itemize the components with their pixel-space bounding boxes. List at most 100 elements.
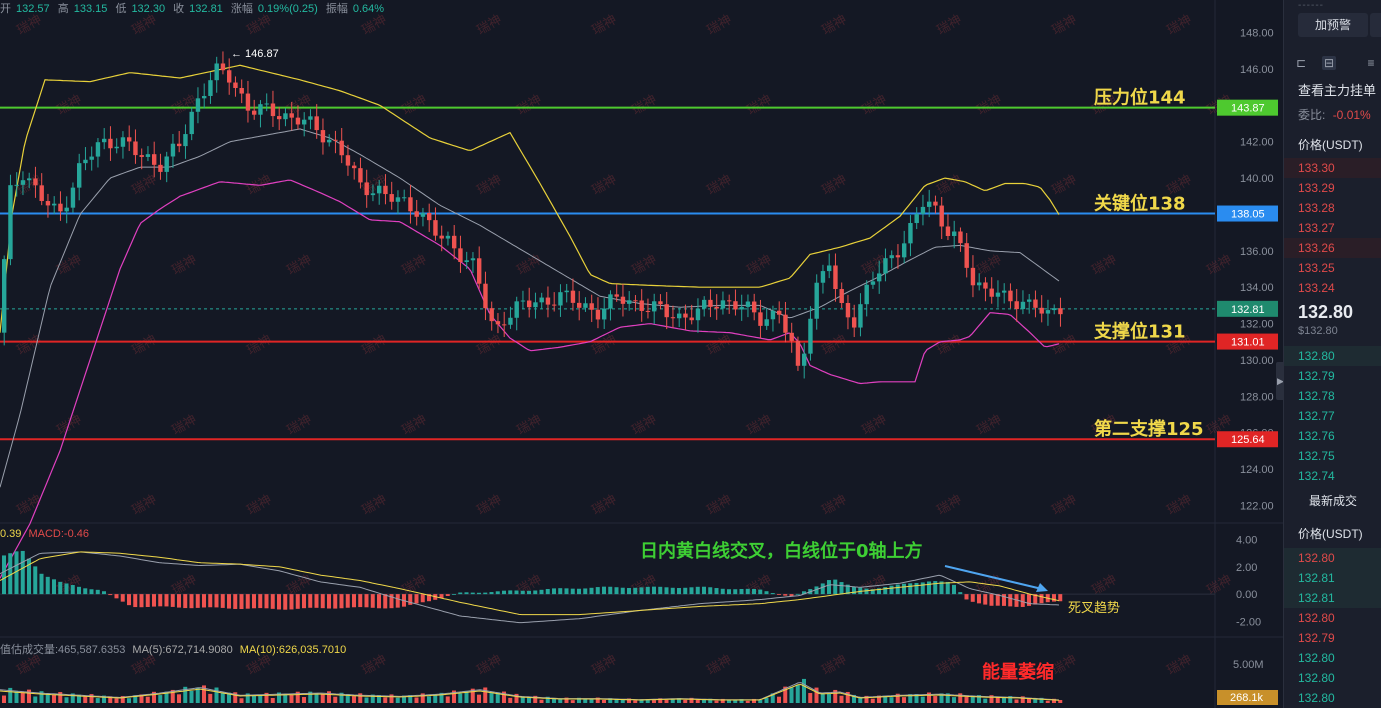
book-both-icon[interactable]: ⊏ [1294,56,1308,70]
candle-body [564,290,569,293]
candle-body [514,301,519,318]
macd-histogram-bar [170,594,175,607]
macd-histogram-bar [33,566,38,595]
candle-body [445,235,451,239]
kline-chart[interactable]: 瑞神 瑞神 瑞神 瑞神 瑞神 瑞神 瑞神 瑞神 瑞神 瑞神 瑞神瑞神 瑞神 瑞神 瑞神 瑞神 瑞神 瑞神 瑞神 瑞神… [0,0,1283,708]
candle-body [927,201,932,207]
macd-histogram-bar [95,589,100,595]
volume-bar [145,696,150,703]
macd-histogram-bar [145,594,150,607]
macd-tick: 0.00 [1236,589,1257,601]
bid-row[interactable]: 132.77 [1284,406,1381,426]
candle-body [33,178,38,186]
macd-histogram-bar [514,590,519,595]
macd-annotation-2: 死叉趋势 [1068,600,1120,616]
macd-histogram-bar [64,583,69,595]
candle-body [545,297,551,305]
candle-body [314,116,319,131]
macd-histogram-bar [483,592,488,595]
macd-histogram-bar [627,587,631,595]
macd-histogram-bar [527,590,531,595]
macd-histogram-bar [252,594,256,609]
ask-row[interactable]: 133.29 [1284,178,1381,198]
candle-body [308,116,313,120]
volume-bar [683,699,688,703]
candle-body [214,63,219,81]
macd-histogram-bar [258,594,263,609]
macd-histogram-bar [295,594,300,609]
macd-histogram-bar [683,587,688,595]
ask-row[interactable]: 133.30 [1284,158,1381,178]
ask-row[interactable]: 133.26 [1284,238,1381,258]
candle-body [52,203,57,206]
candle-body [83,159,88,164]
candle-body [158,164,163,172]
candle-body [883,258,888,274]
candle-body [102,138,107,143]
candle-body [427,213,432,221]
trades-title[interactable]: 最新成交 [1284,492,1381,509]
ask-row[interactable]: 133.24 [1284,278,1381,298]
candle-body [827,265,832,272]
macd-histogram-bar [852,586,856,595]
order-ratio: 委比: -0.01% [1298,106,1371,123]
candle-body [789,332,794,341]
macd-histogram-bar [552,588,556,595]
macd-histogram-bar [952,584,956,595]
candle-body [489,308,494,322]
bid-row[interactable]: 132.80 [1284,346,1381,366]
macd-histogram-bar [489,592,494,595]
macd-histogram-bar [664,587,669,595]
book-bids-icon[interactable]: ⊟ [1322,56,1336,70]
price-tick: 148.00 [1240,28,1274,40]
candle-body [1008,290,1013,302]
add-alert-button[interactable]: 加预警 [1298,13,1368,37]
macd-histogram-bar [458,592,463,595]
bid-row[interactable]: 132.76 [1284,426,1381,446]
candle-body [764,319,769,326]
candle-body [414,211,419,217]
candle-body [995,292,1001,297]
candle-body [664,304,669,318]
candle-body [589,303,594,310]
volume-bar [508,697,513,703]
macd-histogram-bar [770,593,775,595]
level-label: 关键位138 [1094,193,1186,215]
macd-histogram-bar [964,594,969,600]
volume-tag-text: 268.1k [1230,692,1264,704]
ask-row[interactable]: 133.27 [1284,218,1381,238]
macd-histogram-bar [758,589,763,595]
candle-body [702,299,707,309]
bid-row[interactable]: 132.78 [1284,386,1381,406]
macd-histogram-bar [795,593,800,595]
macd-histogram-bar [727,589,731,595]
ask-row[interactable]: 133.28 [1284,198,1381,218]
candle-body [358,168,363,183]
macd-histogram-bar [508,590,513,595]
candle-body [439,235,444,239]
bid-row[interactable]: 132.79 [1284,366,1381,386]
volume-bar [14,691,19,703]
candle-body [933,201,938,206]
candle-body [683,313,688,318]
bid-row[interactable]: 132.74 [1284,466,1381,486]
bid-row[interactable]: 132.75 [1284,446,1381,466]
high-marker: ← 146.87 [231,48,279,60]
macd-histogram-bar [452,594,456,595]
candle-body [127,137,132,142]
candle-body [908,223,913,244]
candle-body [345,155,351,166]
macd-histogram-bar [383,594,388,609]
trades-price-header: 价格(USDT) [1298,527,1363,541]
book-asks-icon[interactable]: ≡ [1364,56,1378,70]
macd-histogram-bar [202,594,206,608]
macd-histogram-bar [139,594,144,608]
candle-body [239,87,244,94]
ask-row[interactable]: 133.25 [1284,258,1381,278]
candle-body [627,300,632,304]
orderbook-title[interactable]: 查看主力挂单 [1298,80,1376,99]
more-button[interactable] [1370,13,1381,37]
volume-annotation: 能量萎缩 [982,661,1054,683]
macd-histogram-bar [195,594,200,608]
volume-legend: 值估成交量:465,587.6353 MA(5):672,714.9080 MA… [0,641,346,657]
